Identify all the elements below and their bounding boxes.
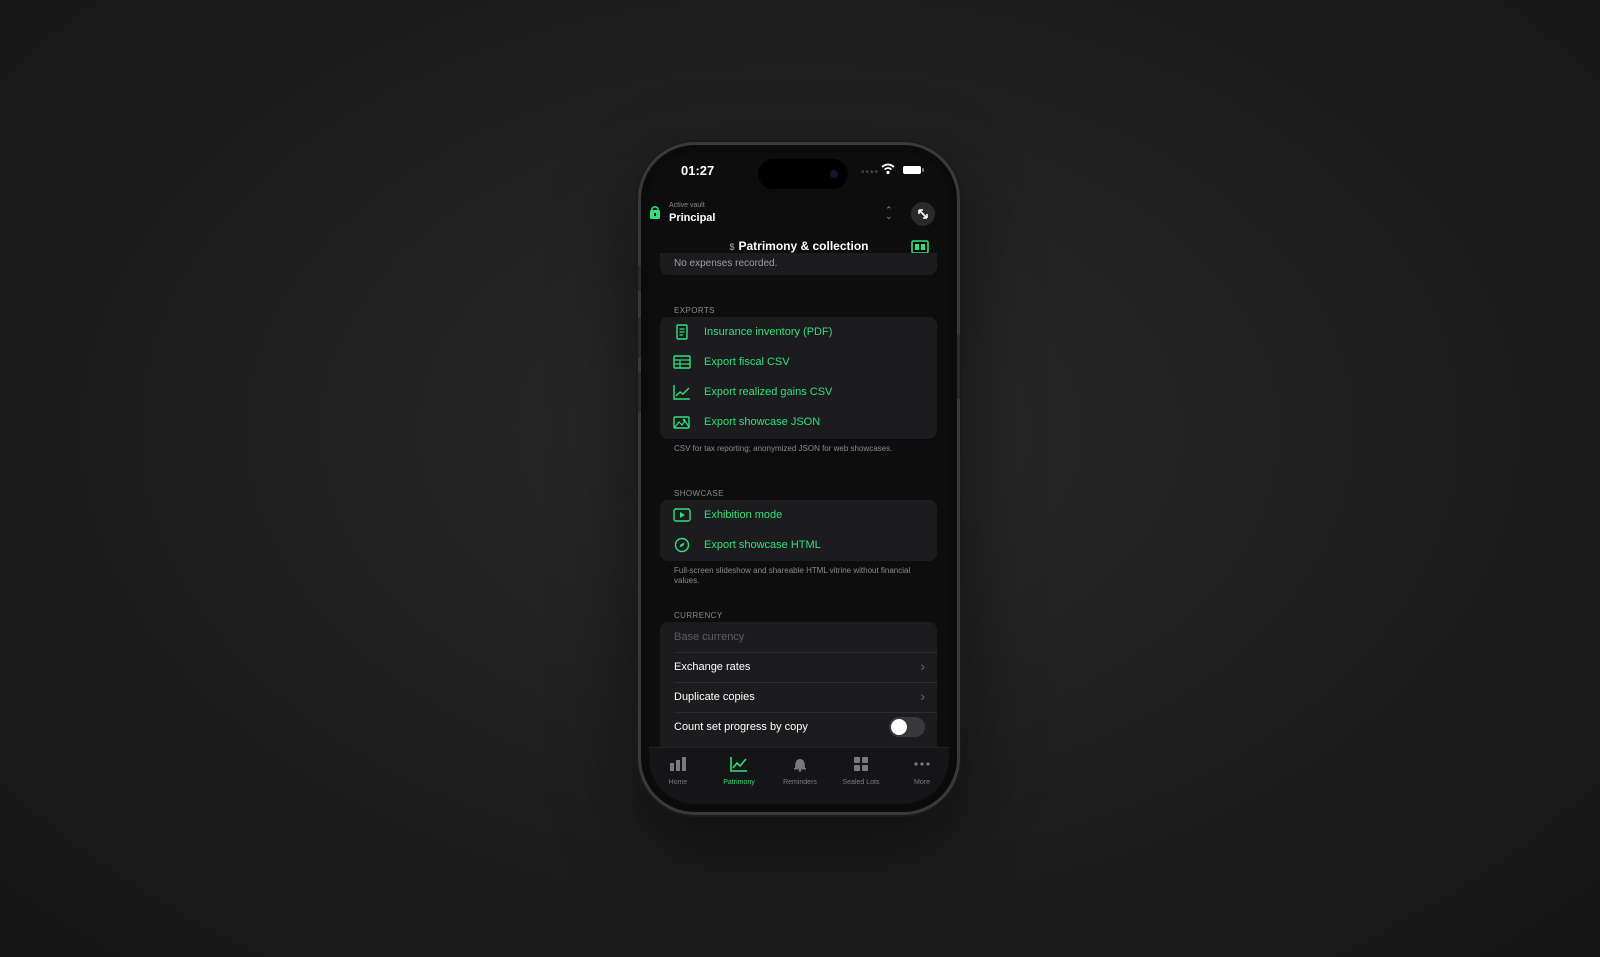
export-insurance-pdf-label: Insurance inventory (PDF) (704, 326, 833, 338)
showcase-header: SHOWCASE (674, 489, 724, 498)
play-rectangle-icon (673, 508, 691, 522)
export-showcase-json-button[interactable]: Export showcase JSON (660, 407, 937, 437)
tab-reminders-label: Reminders (783, 779, 817, 786)
currency-header: CURRENCY (674, 611, 723, 620)
expenses-empty-text: No expenses recorded. (674, 258, 778, 269)
tab-sealed-lots-label: Sealed Lots (842, 779, 880, 786)
ellipsis-icon (914, 762, 930, 766)
battery-icon (903, 166, 924, 174)
exchange-rates-label: Exchange rates (674, 661, 751, 673)
cards-icon[interactable] (911, 240, 929, 254)
bell-icon (794, 759, 806, 772)
compass-icon (674, 537, 690, 553)
phone-screen: 01:27 •••• Active vault Principal ⌃ ⌄ $ … (649, 153, 949, 804)
tab-more[interactable]: More (897, 756, 947, 786)
base-currency-field[interactable]: Base currency (660, 622, 937, 652)
count-set-progress-label: Count set progress by copy (674, 721, 808, 733)
exhibition-mode-label: Exhibition mode (704, 509, 783, 521)
table-icon (673, 355, 691, 369)
chevron-updown-icon: ⌃ ⌄ (885, 205, 893, 221)
export-realized-gains-button[interactable]: Export realized gains CSV (660, 377, 937, 407)
tab-home-label: Home (668, 779, 688, 786)
document-icon (676, 324, 688, 340)
vault-name: Principal (669, 212, 716, 224)
base-currency-placeholder: Base currency (674, 631, 745, 643)
tab-more-label: More (914, 779, 930, 786)
grid-icon (854, 757, 868, 771)
phone-volume-down (638, 372, 641, 412)
exports-footnote: CSV for tax reporting; anonymized JSON f… (674, 444, 893, 453)
exports-card: Insurance inventory (PDF) Export fiscal … (660, 317, 937, 439)
exhibition-mode-button[interactable]: Exhibition mode (660, 500, 937, 530)
currency-card: Base currency Exchange rates › Duplicate… (660, 622, 937, 748)
exports-header: EXPORTS (674, 306, 715, 315)
wifi-icon (881, 163, 895, 175)
export-showcase-html-button[interactable]: Export showcase HTML (660, 530, 937, 560)
trend-icon (730, 757, 747, 772)
chart-line-icon (673, 385, 690, 400)
export-fiscal-csv-button[interactable]: Export fiscal CSV (660, 347, 937, 377)
dynamic-island (758, 159, 848, 189)
duplicate-copies-row[interactable]: Duplicate copies › (660, 682, 937, 712)
phone-frame: 01:27 •••• Active vault Principal ⌃ ⌄ $ … (641, 145, 957, 812)
showcase-footnote: Full-screen slideshow and shareable HTML… (674, 566, 911, 585)
export-fiscal-csv-label: Export fiscal CSV (704, 356, 790, 368)
expand-button[interactable] (911, 202, 935, 226)
lock-icon (650, 206, 660, 219)
tab-bar: Home Patrimony Reminders Sealed Lots Mor… (649, 747, 949, 804)
expand-icon (918, 209, 928, 219)
money-icon: $ (729, 242, 735, 252)
export-showcase-html-label: Export showcase HTML (704, 539, 821, 551)
phone-power-button (957, 335, 960, 399)
duplicate-copies-label: Duplicate copies (674, 691, 755, 703)
tab-patrimony-label: Patrimony (723, 779, 755, 786)
bar-chart-icon (670, 757, 686, 771)
scroll-content[interactable]: No expenses recorded. EXPORTS Insurance … (649, 253, 949, 748)
tab-home[interactable]: Home (653, 756, 703, 786)
tab-patrimony[interactable]: Patrimony (714, 756, 764, 786)
tab-sealed-lots[interactable]: Sealed Lots (836, 756, 886, 786)
export-realized-gains-label: Export realized gains CSV (704, 386, 833, 398)
vault-switcher[interactable]: Active vault Principal ⌃ ⌄ (649, 199, 949, 227)
signal-icon: •••• (861, 167, 880, 178)
page-title: Patrimony & collection (738, 239, 869, 253)
phone-volume-up (638, 318, 641, 358)
phone-action-button (638, 265, 641, 291)
exchange-rates-row[interactable]: Exchange rates › (660, 652, 937, 682)
count-set-progress-toggle[interactable] (889, 717, 925, 737)
count-set-progress-row: Count set progress by copy (660, 712, 937, 742)
export-showcase-json-label: Export showcase JSON (704, 416, 821, 428)
status-time: 01:27 (681, 163, 715, 178)
photo-icon (673, 416, 690, 429)
showcase-card: Exhibition mode Export showcase HTML (660, 500, 937, 561)
tab-reminders[interactable]: Reminders (775, 756, 825, 786)
chevron-right-icon: › (920, 658, 925, 674)
vault-subtitle: Active vault (669, 202, 705, 209)
expenses-card: No expenses recorded. (660, 253, 937, 275)
chevron-right-icon: › (920, 688, 925, 704)
export-insurance-pdf-button[interactable]: Insurance inventory (PDF) (660, 317, 937, 347)
